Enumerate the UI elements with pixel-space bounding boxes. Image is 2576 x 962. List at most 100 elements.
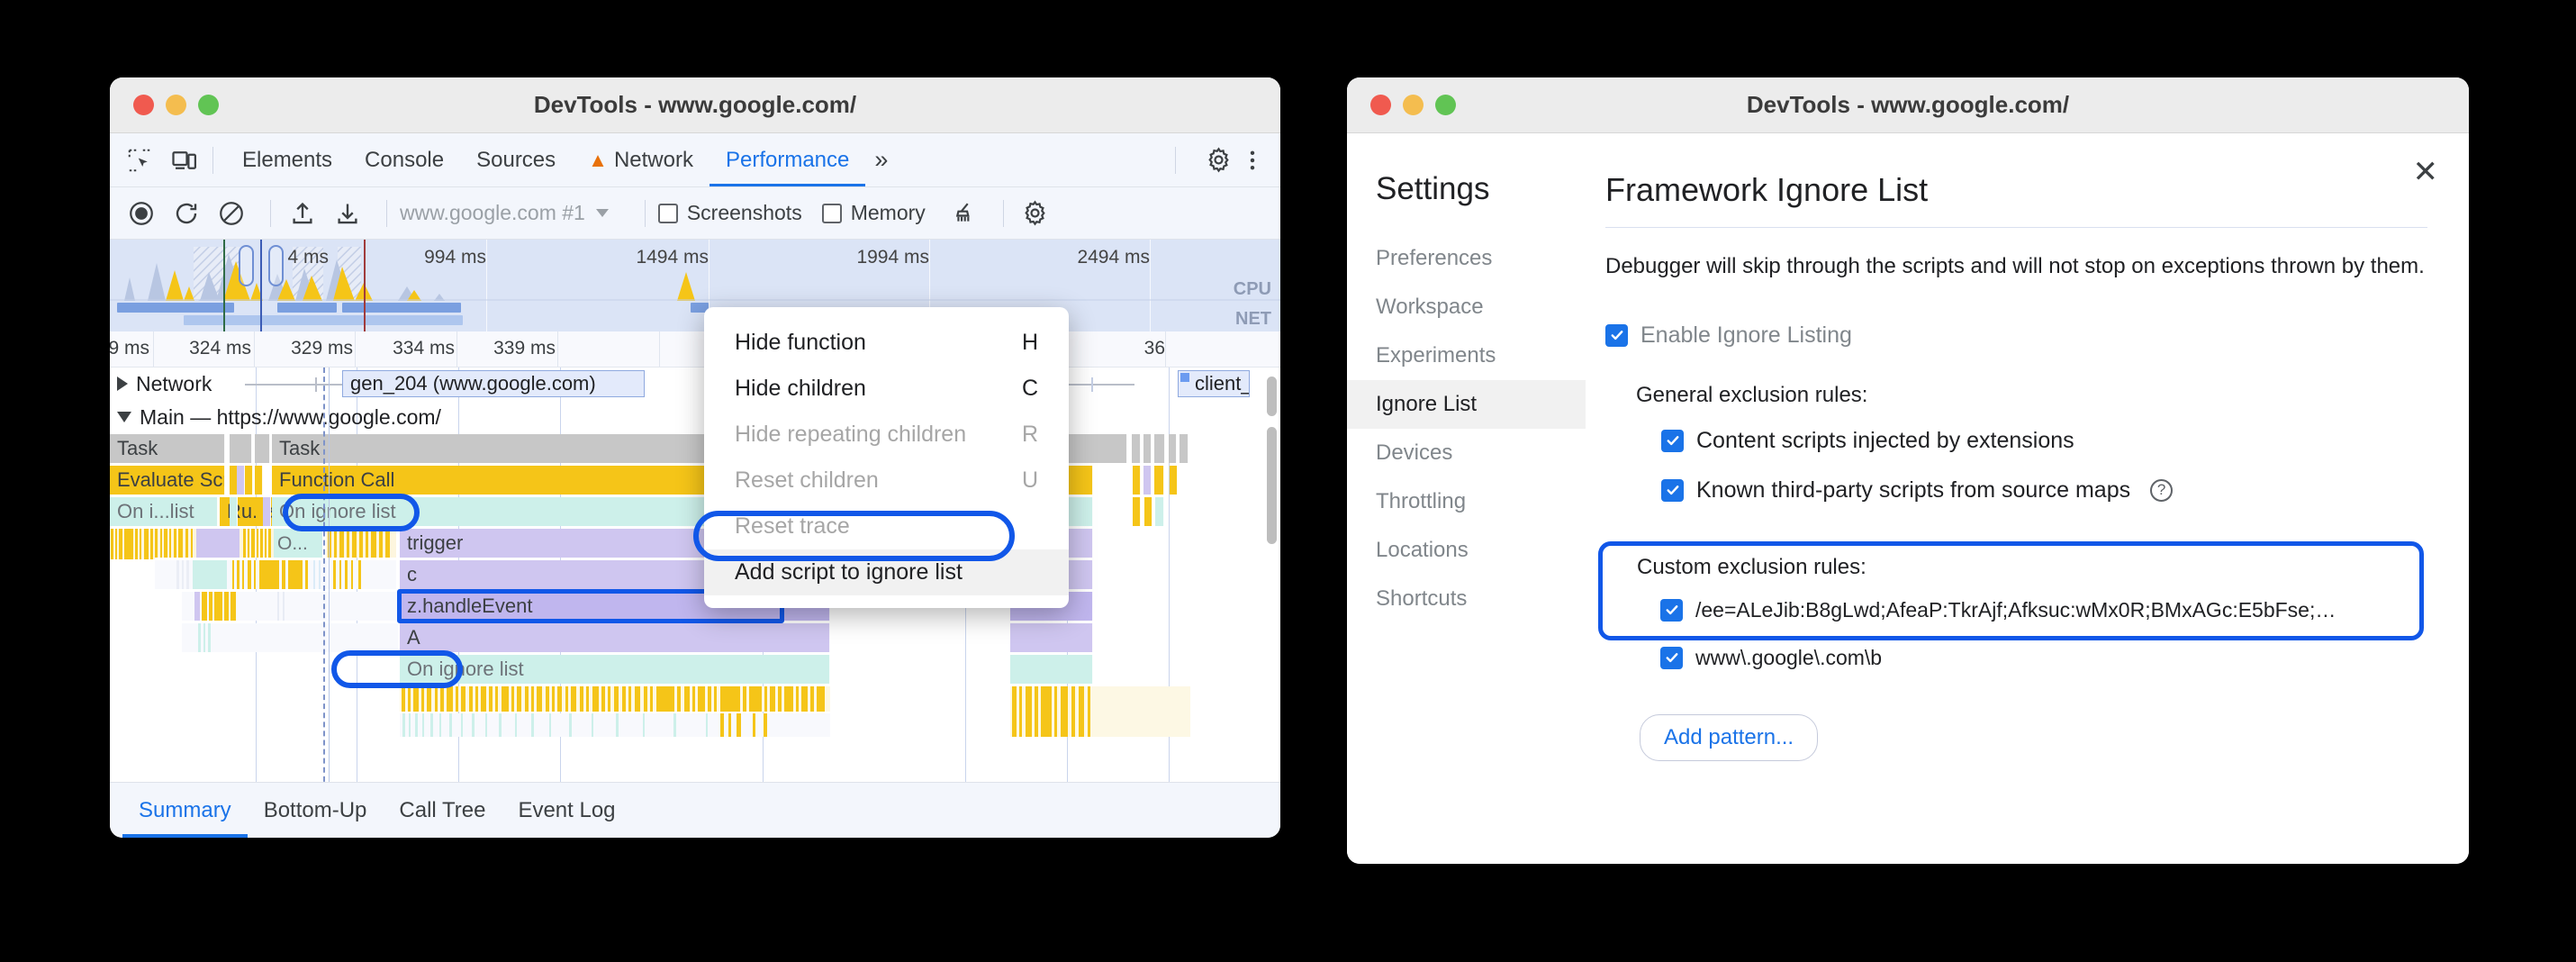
gear-icon[interactable] (1203, 145, 1234, 176)
flame-block[interactable] (1144, 497, 1152, 526)
kebab-menu-icon[interactable] (1237, 145, 1268, 176)
tab-performance[interactable]: Performance (710, 133, 865, 186)
capture-settings-gear-icon[interactable] (1017, 195, 1054, 232)
flame-block[interactable]: Task (110, 434, 225, 463)
flame-dense-row[interactable] (400, 713, 830, 737)
flame-block[interactable] (255, 466, 263, 495)
tab-network[interactable]: ▲ Network (572, 133, 710, 186)
sidebar-item-workspace[interactable]: Workspace (1347, 283, 1586, 331)
tab-bottom-up[interactable]: Bottom-Up (248, 783, 384, 838)
sidebar-item-shortcuts[interactable]: Shortcuts (1347, 575, 1586, 623)
content-scripts-checkbox[interactable]: Content scripts injected by extensions (1636, 428, 2427, 454)
tab-sources[interactable]: Sources (460, 133, 572, 186)
screenshots-checkbox[interactable]: Screenshots (658, 201, 802, 225)
sidebar-item-throttling[interactable]: Throttling (1347, 477, 1586, 526)
flame-row-on-ignore-list-1[interactable]: On i...list Ru...s On ignore list (110, 497, 1280, 528)
network-request-block[interactable]: gen_204 (www.google.com) (342, 370, 645, 397)
add-pattern-button[interactable]: Add pattern... (1640, 714, 1818, 761)
chevron-right-icon[interactable] (117, 377, 128, 391)
flame-block[interactable] (1132, 434, 1141, 463)
minimize-window-button[interactable] (1403, 95, 1424, 115)
flame-block[interactable] (1154, 466, 1164, 495)
flame-scrollbar-thumb[interactable] (1267, 377, 1277, 416)
flame-row-a[interactable]: A (110, 623, 1280, 654)
flame-block[interactable] (262, 434, 270, 463)
flame-block[interactable] (237, 466, 245, 495)
flame-block[interactable] (1010, 623, 1093, 652)
flame-row-z-handleevent[interactable]: z.handleEvent (110, 592, 1280, 622)
menu-item-hide-function[interactable]: Hide function H (704, 320, 1069, 366)
flame-row-task[interactable]: Task Task (110, 434, 1280, 465)
sidebar-item-ignore-list[interactable]: Ignore List (1347, 380, 1586, 429)
custom-rule-checkbox-2[interactable]: www\.google\.com\b (1637, 646, 2407, 670)
recording-history-select[interactable]: www.google.com #1 (400, 201, 609, 225)
selection-left-edge[interactable] (260, 240, 262, 331)
download-profile-icon[interactable] (329, 195, 366, 232)
main-track-header[interactable]: Main — https://www.google.com/ (110, 401, 1280, 433)
reload-record-icon[interactable] (167, 195, 205, 232)
flame-dense-blocks[interactable] (155, 560, 396, 589)
flame-block[interactable] (244, 434, 252, 463)
selection-left-handle[interactable] (239, 245, 254, 286)
record-icon[interactable] (122, 195, 160, 232)
help-icon[interactable]: ? (2150, 479, 2173, 502)
device-toolbar-icon[interactable] (169, 145, 200, 176)
flame-context-menu[interactable]: Hide function H Hide children C Hide rep… (704, 307, 1069, 608)
flame-block[interactable] (230, 497, 238, 526)
zoom-window-button[interactable] (198, 95, 219, 115)
flame-block[interactable] (1143, 466, 1152, 495)
flame-block[interactable] (1010, 655, 1093, 684)
tab-summary[interactable]: Summary (122, 783, 248, 838)
known-third-party-checkbox[interactable]: Known third-party scripts from source ma… (1636, 477, 2427, 504)
flame-block[interactable]: On i...list (110, 497, 218, 526)
flame-block[interactable] (1170, 466, 1178, 495)
selection-right-handle[interactable] (268, 245, 284, 286)
custom-rule-checkbox-1[interactable]: /ee=ALeJib:B8gLwd;AfeaP:TkrAjf;Afksuc:wM… (1637, 598, 2407, 622)
flame-block[interactable] (1180, 434, 1189, 463)
clear-icon[interactable] (212, 195, 250, 232)
flame-dense-blocks[interactable] (182, 623, 398, 652)
flame-dense-blocks[interactable] (182, 592, 398, 621)
minimize-window-button[interactable] (166, 95, 186, 115)
flame-block-A[interactable]: A (400, 623, 830, 652)
network-request-block-2[interactable]: client_ (1178, 370, 1250, 397)
flame-block[interactable] (1143, 434, 1152, 463)
sidebar-item-devices[interactable]: Devices (1347, 429, 1586, 477)
flame-block[interactable] (1169, 434, 1177, 463)
traffic-lights[interactable] (110, 95, 219, 115)
traffic-lights[interactable] (1347, 95, 1456, 115)
tab-console[interactable]: Console (348, 133, 460, 186)
network-track-row[interactable]: Network gen_204 (www.google.com) client_ (110, 368, 1280, 400)
enable-ignore-listing-checkbox[interactable]: Enable Ignore Listing (1605, 322, 2427, 349)
more-tabs-button[interactable]: » (865, 133, 897, 186)
main-track-row[interactable]: Main — https://www.google.com/ (110, 401, 1280, 433)
sidebar-item-experiments[interactable]: Experiments (1347, 331, 1586, 380)
menu-item-hide-children[interactable]: Hide children C (704, 366, 1069, 412)
sidebar-item-locations[interactable]: Locations (1347, 526, 1586, 575)
close-icon[interactable]: ✕ (2413, 157, 2439, 187)
flame-block[interactable] (263, 497, 271, 526)
sidebar-item-preferences[interactable]: Preferences (1347, 234, 1586, 283)
flame-row-trigger[interactable]: O... trigger (110, 529, 1280, 559)
zoom-window-button[interactable] (1435, 95, 1456, 115)
close-window-button[interactable] (133, 95, 154, 115)
flame-row-c[interactable]: c (110, 560, 1280, 591)
flame-dense-row[interactable] (400, 686, 830, 712)
flame-dense-blocks[interactable] (351, 529, 396, 558)
flame-dense-right[interactable] (1010, 686, 1190, 737)
flame-block[interactable] (245, 466, 253, 495)
flame-block[interactable] (1155, 497, 1164, 526)
flame-scrollbar-thumb-2[interactable] (1267, 427, 1277, 544)
flame-block-on-ignore-list-2[interactable]: On ignore list (400, 655, 830, 684)
tab-event-log[interactable]: Event Log (502, 783, 631, 838)
tab-elements[interactable]: Elements (226, 133, 348, 186)
tab-call-tree[interactable]: Call Tree (383, 783, 502, 838)
broom-icon[interactable] (945, 195, 983, 232)
flame-block[interactable] (1133, 466, 1141, 495)
flame-row-evaluate-script[interactable]: Evaluate Script Function Call (110, 466, 1280, 496)
memory-checkbox[interactable]: Memory (822, 201, 926, 225)
flame-row-on-ignore-list-2[interactable]: On ignore list (110, 655, 1280, 685)
inspect-element-icon[interactable] (124, 145, 155, 176)
close-window-button[interactable] (1370, 95, 1391, 115)
flame-block[interactable]: Evaluate Script (110, 466, 225, 495)
